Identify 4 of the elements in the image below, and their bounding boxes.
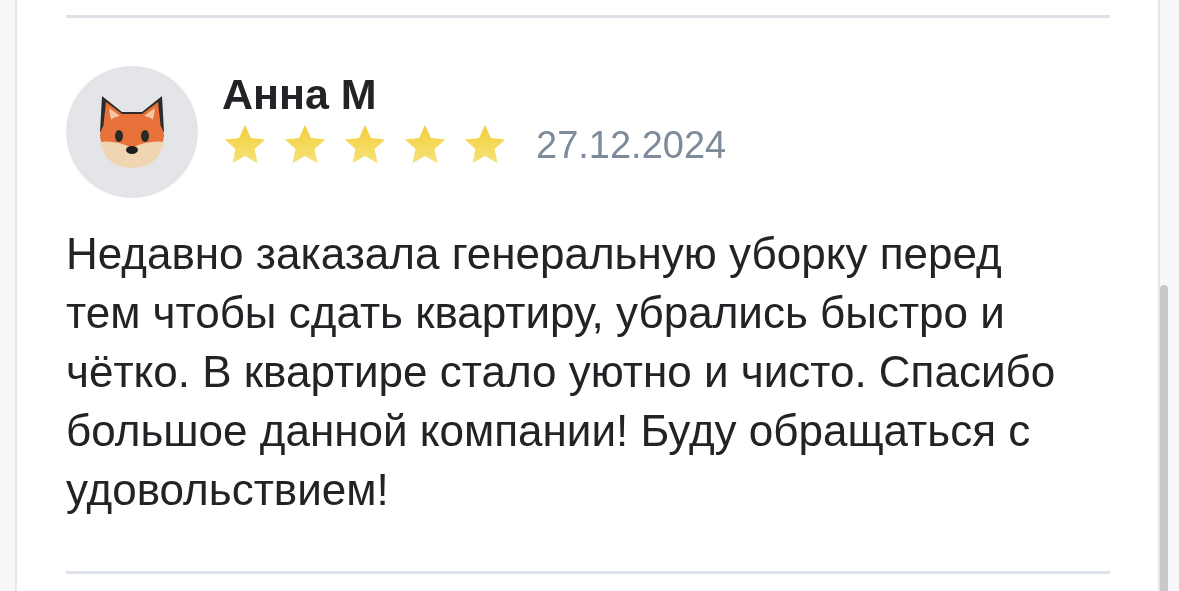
author-name: Анна М [222,72,378,116]
scrollbar[interactable] [1160,285,1168,591]
review-date: 27.12.2024 [536,123,727,167]
review-text: Недавно заказала генеральную уборку перед тем чтобы сдать квартиру, убрались быстро и чётко. В квартире стало уютно и чисто. Спасибо большое данной компании! Буду обращаться с удовольствием! [66,228,1056,516]
